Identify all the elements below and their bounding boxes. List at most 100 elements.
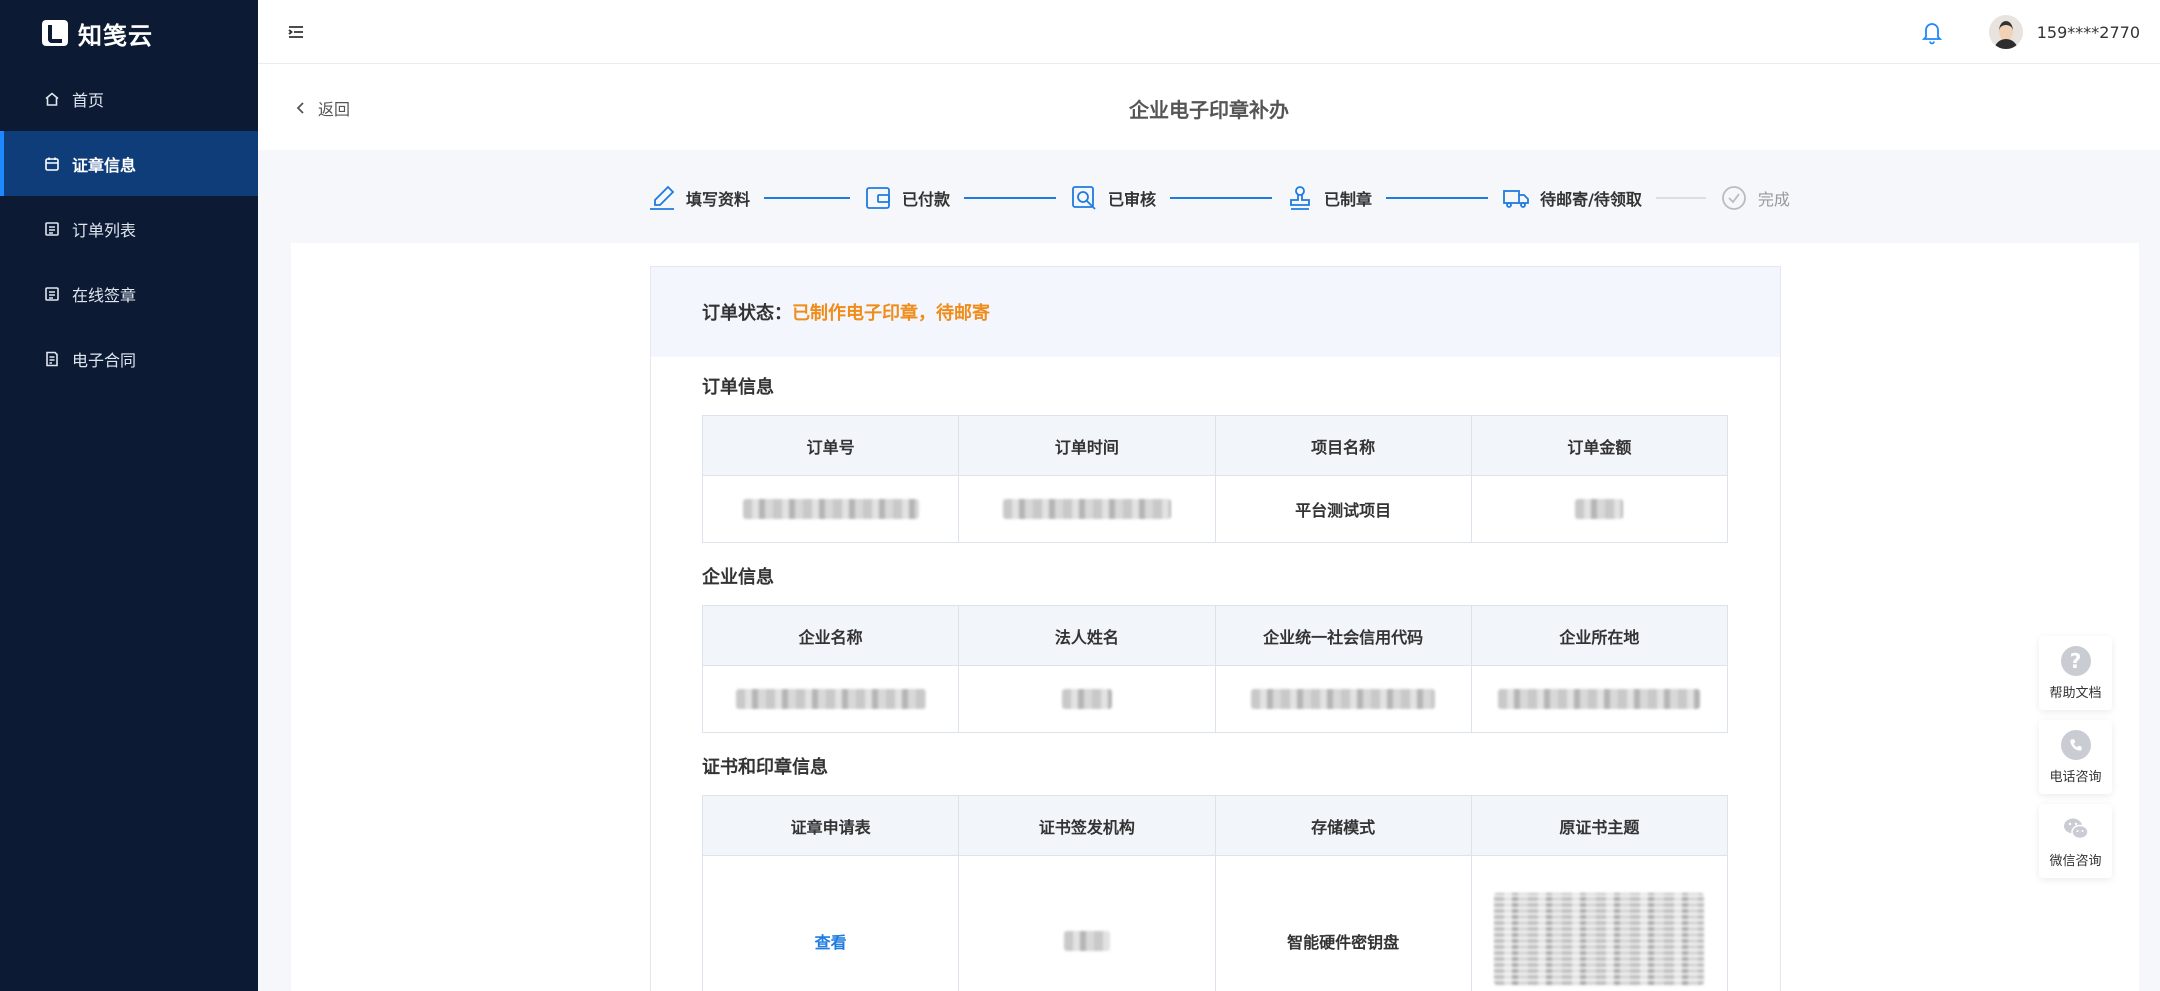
step-label: 已付款 — [902, 190, 951, 209]
section-title-order: 订单信息 — [702, 377, 774, 398]
table-header-row: 企业名称 法人姓名 企业统一社会信用代码 企业所在地 — [701, 605, 1729, 666]
credit-code-cell — [1214, 665, 1472, 733]
table-header-row: 订单号 订单时间 项目名称 订单金额 — [701, 415, 1729, 476]
step-connector — [764, 197, 851, 199]
avatar[interactable] — [1988, 15, 2023, 49]
table-header: 原证书主题 — [1470, 795, 1729, 856]
step-seal-made: 已制章 — [1286, 184, 1372, 212]
step-paid: 已付款 — [864, 184, 950, 212]
legal-person-cell — [958, 665, 1216, 733]
sidebar-item-label: 证章信息 — [72, 155, 137, 175]
sidebar-item-label: 订单列表 — [72, 220, 137, 240]
float-label: 微信咨询 — [2049, 853, 2102, 869]
list-icon — [44, 286, 60, 302]
table-header: 证书签发机构 — [958, 795, 1216, 856]
table-header: 企业名称 — [701, 605, 960, 666]
order-info-table: 订单号 订单时间 项目名称 订单金额 平台测试项目 — [701, 415, 1729, 543]
search-doc-icon — [1070, 184, 1098, 212]
table-header: 订单号 — [701, 415, 960, 476]
page-titlebar: 返回 企业电子印章补办 — [258, 64, 2160, 150]
wallet-icon — [864, 184, 892, 212]
float-label: 电话咨询 — [2049, 769, 2102, 785]
step-connector — [1170, 197, 1273, 199]
step-fill-info: 填写资料 — [648, 184, 750, 212]
page-title: 企业电子印章补办 — [1129, 98, 1289, 122]
cert-info-table: 证章申请表 证书签发机构 存储模式 原证书主题 查看 智能硬件密钥盘 — [701, 795, 1729, 991]
top-header: 159****2770 — [258, 0, 2160, 64]
sidebar-item-seal-info[interactable]: 证章信息 — [0, 131, 258, 196]
sidebar-item-label: 在线签章 — [72, 285, 137, 305]
wechat-icon — [2061, 814, 2091, 844]
float-label: 帮助文档 — [2049, 685, 2102, 701]
username[interactable]: 159****2770 — [2037, 23, 2140, 42]
bell-icon[interactable] — [1919, 19, 1945, 45]
section-title-company: 企业信息 — [702, 567, 774, 588]
table-header: 企业统一社会信用代码 — [1214, 605, 1472, 666]
step-label: 已审核 — [1108, 190, 1157, 209]
header-user-area: 159****2770 — [1919, 0, 2140, 64]
app-name: 知笺云 — [78, 21, 153, 50]
home-icon — [44, 91, 60, 107]
table-row: 查看 智能硬件密钥盘 — [701, 855, 1729, 991]
phone-icon — [2060, 729, 2091, 760]
sidebar: 知笺云 首页 证章信息 订单列表 在线签章 电子合同 — [0, 0, 258, 991]
step-complete: 完成 — [1720, 184, 1790, 212]
document-icon — [44, 351, 60, 367]
project-name-cell: 平台测试项目 — [1214, 475, 1472, 543]
redacted-value — [1494, 892, 1705, 985]
table-header: 订单时间 — [958, 415, 1216, 476]
truck-icon — [1502, 184, 1530, 212]
application-form-cell: 查看 — [701, 855, 960, 991]
phone-consult-button[interactable]: 电话咨询 — [2039, 720, 2112, 794]
storage-mode-cell: 智能硬件密钥盘 — [1214, 855, 1472, 991]
stamp-icon — [1286, 184, 1314, 212]
app-logo[interactable]: 知笺云 — [0, 0, 258, 66]
calendar-icon — [44, 156, 60, 172]
company-info-table: 企业名称 法人姓名 企业统一社会信用代码 企业所在地 — [701, 605, 1729, 733]
redacted-value — [1575, 499, 1624, 520]
pen-icon — [648, 184, 676, 212]
step-label: 已制章 — [1324, 190, 1373, 209]
redacted-value — [1251, 689, 1436, 710]
table-header: 法人姓名 — [958, 605, 1216, 666]
menu-toggle-icon[interactable] — [286, 22, 306, 42]
company-name-cell — [701, 665, 960, 733]
sidebar-item-label: 首页 — [72, 90, 105, 110]
sidebar-item-online-sign[interactable]: 在线签章 — [0, 261, 258, 326]
redacted-value — [1498, 689, 1701, 710]
order-status-label: 订单状态： — [702, 303, 792, 324]
step-connector — [964, 197, 1057, 199]
step-label: 待邮寄/待领取 — [1540, 190, 1642, 209]
section-title-cert: 证书和印章信息 — [702, 757, 828, 778]
help-docs-button[interactable]: ? 帮助文档 — [2039, 636, 2112, 710]
wechat-consult-button[interactable]: 微信咨询 — [2039, 804, 2112, 878]
step-label: 填写资料 — [686, 190, 751, 209]
step-shipping: 待邮寄/待领取 — [1502, 184, 1642, 212]
order-detail-panel: 订单状态： 已制作电子印章，待邮寄 订单信息 订单号 订单时间 项目名称 订单金… — [650, 266, 1781, 991]
original-cert-subject-cell — [1470, 855, 1729, 991]
redacted-value — [1063, 930, 1110, 951]
sidebar-item-order-list[interactable]: 订单列表 — [0, 196, 258, 261]
redacted-value — [735, 689, 926, 710]
step-connector — [1386, 197, 1489, 199]
order-number-cell — [701, 475, 960, 543]
order-amount-cell — [1470, 475, 1729, 543]
step-connector — [1655, 197, 1706, 199]
sidebar-item-label: 电子合同 — [72, 350, 137, 370]
order-status-value: 已制作电子印章，待邮寄 — [792, 303, 990, 324]
table-row: 平台测试项目 — [701, 475, 1729, 543]
table-header: 订单金额 — [1470, 415, 1729, 476]
logo-icon — [42, 20, 68, 46]
table-header: 企业所在地 — [1470, 605, 1729, 666]
sidebar-item-e-contract[interactable]: 电子合同 — [0, 326, 258, 391]
order-status-bar: 订单状态： 已制作电子印章，待邮寄 — [651, 267, 1780, 357]
step-reviewed: 已审核 — [1070, 184, 1156, 212]
company-location-cell — [1470, 665, 1729, 733]
view-form-link[interactable]: 查看 — [815, 933, 847, 952]
table-row — [701, 665, 1729, 733]
issuer-cell — [958, 855, 1216, 991]
redacted-value — [1002, 499, 1171, 520]
sidebar-item-home[interactable]: 首页 — [0, 66, 258, 131]
order-time-cell — [958, 475, 1216, 543]
step-label: 完成 — [1757, 190, 1790, 209]
